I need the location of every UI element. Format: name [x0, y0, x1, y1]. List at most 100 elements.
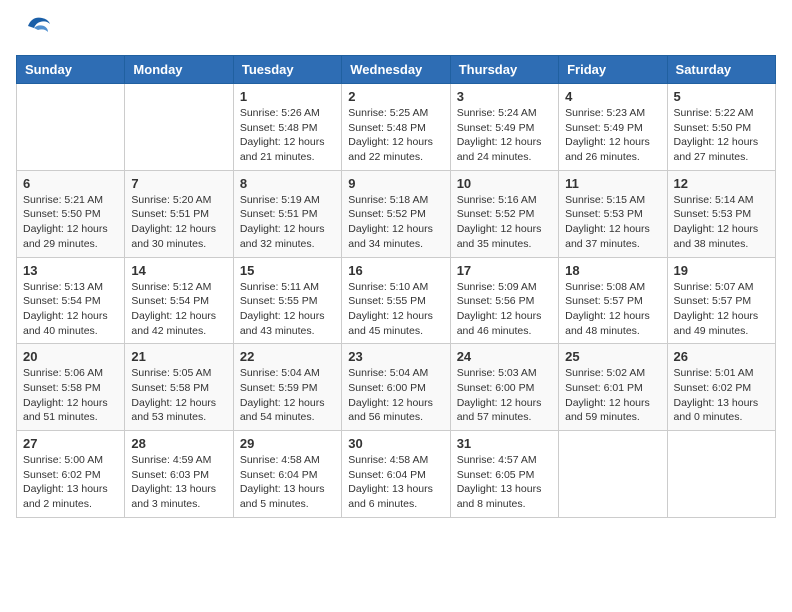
day-number: 24 [457, 349, 552, 364]
weekday-header-tuesday: Tuesday [233, 56, 341, 84]
calendar-cell: 15 Sunrise: 5:11 AMSunset: 5:55 PMDayligh… [233, 257, 341, 344]
day-info: Sunrise: 5:08 AMSunset: 5:57 PMDaylight:… [565, 280, 660, 339]
calendar-cell: 9 Sunrise: 5:18 AMSunset: 5:52 PMDaylight… [342, 170, 450, 257]
day-number: 30 [348, 436, 443, 451]
day-number: 19 [674, 263, 769, 278]
weekday-header-thursday: Thursday [450, 56, 558, 84]
calendar-cell: 4Sunrise: 5:23 AMSunset: 5:49 PMDaylight… [559, 84, 667, 171]
day-number: 29 [240, 436, 335, 451]
calendar-cell: 26Sunrise: 5:01 AMSunset: 6:02 PMDayligh… [667, 344, 775, 431]
day-number: 10 [457, 176, 552, 191]
day-info: Sunrise: 5:01 AMSunset: 6:02 PMDaylight:… [674, 366, 769, 425]
calendar-cell: 23 Sunrise: 5:04 AMSunset: 6:00 PMDayligh… [342, 344, 450, 431]
day-number: 17 [457, 263, 552, 278]
day-number: 3 [457, 89, 552, 104]
day-info: Sunrise: 5:04 AMSunset: 5:59 PMDaylight:… [240, 366, 335, 425]
calendar-cell [17, 84, 125, 171]
day-info: Sunrise: 5:26 AMSunset: 5:48 PMDaylight:… [240, 106, 335, 165]
calendar-cell: 13 Sunrise: 5:13 AMSunset: 5:54 PMDayligh… [17, 257, 125, 344]
day-number: 31 [457, 436, 552, 451]
weekday-header-row: SundayMondayTuesdayWednesdayThursdayFrid… [17, 56, 776, 84]
calendar-cell: 8 Sunrise: 5:19 AMSunset: 5:51 PMDaylight… [233, 170, 341, 257]
day-info: Sunrise: 5:05 AMSunset: 5:58 PMDaylight:… [131, 366, 226, 425]
day-info: Sunrise: 5:02 AMSunset: 6:01 PMDaylight:… [565, 366, 660, 425]
calendar-cell: 11 Sunrise: 5:15 AMSunset: 5:53 PMDayligh… [559, 170, 667, 257]
calendar-cell: 29 Sunrise: 4:58 AMSunset: 6:04 PMDayligh… [233, 431, 341, 518]
day-number: 9 [348, 176, 443, 191]
calendar-cell [125, 84, 233, 171]
calendar-cell: 10Sunrise: 5:16 AMSunset: 5:52 PMDayligh… [450, 170, 558, 257]
day-number: 13 [23, 263, 118, 278]
calendar-cell: 21 Sunrise: 5:05 AMSunset: 5:58 PMDayligh… [125, 344, 233, 431]
day-info: Sunrise: 5:15 AMSunset: 5:53 PMDaylight:… [565, 193, 660, 252]
weekday-header-friday: Friday [559, 56, 667, 84]
calendar-cell: 22Sunrise: 5:04 AMSunset: 5:59 PMDayligh… [233, 344, 341, 431]
calendar-cell: 16 Sunrise: 5:10 AMSunset: 5:55 PMDayligh… [342, 257, 450, 344]
calendar-cell: 25 Sunrise: 5:02 AMSunset: 6:01 PMDayligh… [559, 344, 667, 431]
calendar-cell: 7 Sunrise: 5:20 AMSunset: 5:51 PMDaylight… [125, 170, 233, 257]
day-number: 7 [131, 176, 226, 191]
day-info: Sunrise: 5:04 AMSunset: 6:00 PMDaylight:… [348, 366, 443, 425]
page-header [16, 16, 776, 45]
day-info: Sunrise: 5:06 AMSunset: 5:58 PMDaylight:… [23, 366, 118, 425]
weekday-header-monday: Monday [125, 56, 233, 84]
calendar-cell: 17 Sunrise: 5:09 AMSunset: 5:56 PMDayligh… [450, 257, 558, 344]
weekday-header-saturday: Saturday [667, 56, 775, 84]
weekday-header-wednesday: Wednesday [342, 56, 450, 84]
day-number: 23 [348, 349, 443, 364]
day-number: 11 [565, 176, 660, 191]
day-info: Sunrise: 4:58 AMSunset: 6:04 PMDaylight:… [240, 453, 335, 512]
calendar-cell: 31 Sunrise: 4:57 AMSunset: 6:05 PMDayligh… [450, 431, 558, 518]
day-info: Sunrise: 5:13 AMSunset: 5:54 PMDaylight:… [23, 280, 118, 339]
day-info: Sunrise: 5:12 AMSunset: 5:54 PMDaylight:… [131, 280, 226, 339]
week-row-2: 6 Sunrise: 5:21 AMSunset: 5:50 PMDaylight… [17, 170, 776, 257]
day-number: 20 [23, 349, 118, 364]
day-info: Sunrise: 5:09 AMSunset: 5:56 PMDaylight:… [457, 280, 552, 339]
day-number: 18 [565, 263, 660, 278]
day-number: 5 [674, 89, 769, 104]
logo [16, 16, 52, 45]
day-number: 21 [131, 349, 226, 364]
day-number: 27 [23, 436, 118, 451]
day-info: Sunrise: 4:59 AMSunset: 6:03 PMDaylight:… [131, 453, 226, 512]
calendar-cell [667, 431, 775, 518]
calendar-cell: 27 Sunrise: 5:00 AMSunset: 6:02 PMDayligh… [17, 431, 125, 518]
day-info: Sunrise: 5:11 AMSunset: 5:55 PMDaylight:… [240, 280, 335, 339]
day-info: Sunrise: 5:20 AMSunset: 5:51 PMDaylight:… [131, 193, 226, 252]
calendar-cell: 24Sunrise: 5:03 AMSunset: 6:00 PMDayligh… [450, 344, 558, 431]
day-number: 4 [565, 89, 660, 104]
day-info: Sunrise: 4:57 AMSunset: 6:05 PMDaylight:… [457, 453, 552, 512]
day-info: Sunrise: 5:00 AMSunset: 6:02 PMDaylight:… [23, 453, 118, 512]
day-info: Sunrise: 5:25 AMSunset: 5:48 PMDaylight:… [348, 106, 443, 165]
day-number: 16 [348, 263, 443, 278]
calendar-cell: 14 Sunrise: 5:12 AMSunset: 5:54 PMDayligh… [125, 257, 233, 344]
day-number: 28 [131, 436, 226, 451]
calendar-cell: 12Sunrise: 5:14 AMSunset: 5:53 PMDayligh… [667, 170, 775, 257]
calendar-cell: 5Sunrise: 5:22 AMSunset: 5:50 PMDaylight… [667, 84, 775, 171]
week-row-1: 1 Sunrise: 5:26 AMSunset: 5:48 PMDaylight… [17, 84, 776, 171]
week-row-5: 27 Sunrise: 5:00 AMSunset: 6:02 PMDayligh… [17, 431, 776, 518]
day-number: 6 [23, 176, 118, 191]
calendar-cell: 6 Sunrise: 5:21 AMSunset: 5:50 PMDaylight… [17, 170, 125, 257]
day-info: Sunrise: 5:19 AMSunset: 5:51 PMDaylight:… [240, 193, 335, 252]
day-info: Sunrise: 5:24 AMSunset: 5:49 PMDaylight:… [457, 106, 552, 165]
calendar-cell: 30Sunrise: 4:58 AMSunset: 6:04 PMDayligh… [342, 431, 450, 518]
day-number: 25 [565, 349, 660, 364]
day-info: Sunrise: 5:18 AMSunset: 5:52 PMDaylight:… [348, 193, 443, 252]
calendar-cell: 18 Sunrise: 5:08 AMSunset: 5:57 PMDayligh… [559, 257, 667, 344]
day-number: 15 [240, 263, 335, 278]
calendar-cell: 1 Sunrise: 5:26 AMSunset: 5:48 PMDaylight… [233, 84, 341, 171]
day-number: 12 [674, 176, 769, 191]
day-number: 1 [240, 89, 335, 104]
week-row-3: 13 Sunrise: 5:13 AMSunset: 5:54 PMDayligh… [17, 257, 776, 344]
day-number: 14 [131, 263, 226, 278]
week-row-4: 20 Sunrise: 5:06 AMSunset: 5:58 PMDayligh… [17, 344, 776, 431]
calendar-cell: 3 Sunrise: 5:24 AMSunset: 5:49 PMDaylight… [450, 84, 558, 171]
day-number: 8 [240, 176, 335, 191]
calendar-cell: 2 Sunrise: 5:25 AMSunset: 5:48 PMDaylight… [342, 84, 450, 171]
day-number: 2 [348, 89, 443, 104]
day-info: Sunrise: 5:07 AMSunset: 5:57 PMDaylight:… [674, 280, 769, 339]
day-info: Sunrise: 5:10 AMSunset: 5:55 PMDaylight:… [348, 280, 443, 339]
calendar-cell: 28 Sunrise: 4:59 AMSunset: 6:03 PMDayligh… [125, 431, 233, 518]
day-info: Sunrise: 5:21 AMSunset: 5:50 PMDaylight:… [23, 193, 118, 252]
